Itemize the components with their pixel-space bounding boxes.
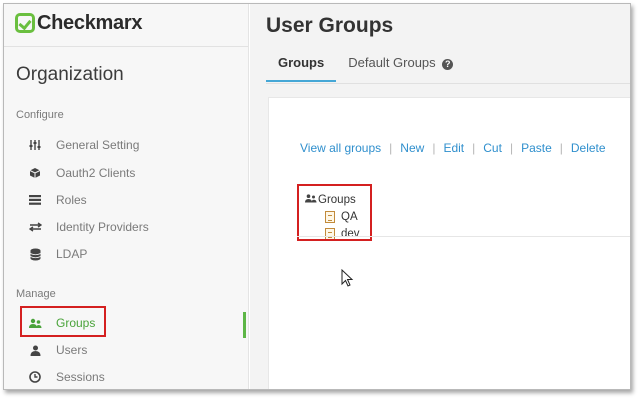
separator: |	[432, 141, 436, 155]
sliders-icon	[28, 139, 42, 151]
manage-section-label: Manage	[16, 288, 56, 300]
app-window: Checkmarx Organization Configure General…	[3, 3, 631, 390]
sidebar-item-label: Users	[56, 343, 88, 357]
groups-panel: View all groups | New | Edit | Cut | Pas…	[268, 97, 630, 389]
cut-group-link[interactable]: Cut	[483, 141, 502, 155]
logo: Checkmarx	[15, 12, 142, 34]
groups-toolbar: View all groups | New | Edit | Cut | Pas…	[300, 141, 606, 155]
roles-icon	[28, 195, 42, 205]
question-circle-icon[interactable]: ?	[442, 59, 454, 70]
sidebar-item-label: Oauth2 Clients	[56, 166, 136, 180]
sidebar-item-roles[interactable]: Roles	[28, 190, 87, 210]
sidebar-item-ldap[interactable]: LDAP	[28, 244, 87, 264]
tab-default-groups[interactable]: Default Groups ?	[336, 52, 465, 82]
arrows-icon	[28, 222, 42, 232]
separator: |	[389, 141, 393, 155]
sidebar-item-sessions[interactable]: Sessions	[28, 367, 105, 387]
tabs-divider	[266, 83, 630, 84]
view-all-groups-link[interactable]: View all groups	[300, 141, 381, 155]
sidebar: Checkmarx Organization Configure General…	[4, 4, 249, 389]
main-content: User Groups Groups Default Groups ? View…	[250, 4, 630, 389]
checkmark-logo-icon	[15, 13, 35, 33]
user-icon	[28, 345, 42, 356]
tab-groups[interactable]: Groups	[266, 52, 337, 82]
edit-group-link[interactable]: Edit	[443, 141, 464, 155]
divider	[4, 46, 248, 47]
tab-bar: Groups Default Groups ?	[266, 52, 465, 82]
active-indicator	[243, 312, 246, 338]
new-group-link[interactable]: New	[400, 141, 424, 155]
sidebar-item-label: General Setting	[56, 138, 140, 152]
mouse-pointer-icon	[341, 269, 354, 287]
separator: |	[559, 141, 563, 155]
configure-section-label: Configure	[16, 109, 64, 121]
sidebar-item-label: Sessions	[56, 370, 105, 384]
org-title: Organization	[16, 64, 124, 85]
tree-divider	[297, 236, 630, 237]
delete-group-link[interactable]: Delete	[571, 141, 606, 155]
sidebar-item-general-setting[interactable]: General Setting	[28, 135, 139, 155]
sidebar-item-label: Roles	[56, 193, 87, 207]
page-title: User Groups	[266, 14, 394, 37]
tab-label: Groups	[278, 55, 325, 70]
tab-label: Default Groups	[348, 55, 436, 70]
annotation-highlight-box	[20, 306, 106, 337]
separator: |	[472, 141, 476, 155]
database-icon	[28, 248, 42, 261]
annotation-highlight-box	[297, 184, 372, 241]
sidebar-item-label: Identity Providers	[56, 220, 149, 234]
clock-icon	[28, 371, 42, 383]
sidebar-item-label: LDAP	[56, 247, 88, 261]
paste-group-link[interactable]: Paste	[521, 141, 552, 155]
sidebar-item-oauth2-clients[interactable]: Oauth2 Clients	[28, 163, 135, 183]
sidebar-item-users[interactable]: Users	[28, 340, 87, 360]
sidebar-item-identity-providers[interactable]: Identity Providers	[28, 217, 149, 237]
cube-icon	[28, 167, 42, 179]
logo-text: Checkmarx	[37, 11, 143, 34]
separator: |	[509, 141, 514, 155]
